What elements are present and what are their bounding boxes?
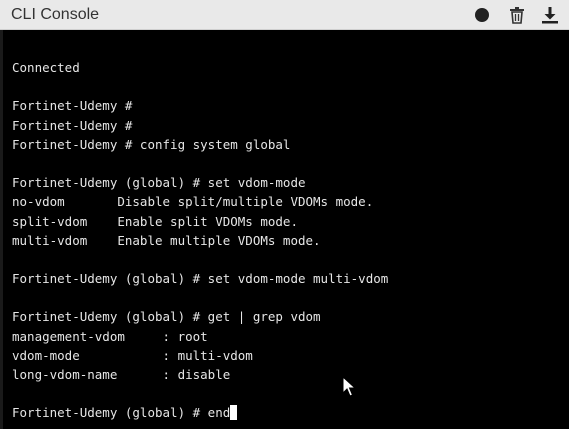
download-icon[interactable]	[540, 5, 560, 25]
title-bar: CLI Console	[0, 0, 569, 30]
terminal-line: no-vdom Disable split/multiple VDOMs mod…	[12, 194, 374, 210]
mouse-pointer-icon	[342, 375, 357, 403]
terminal-input-line[interactable]: Fortinet-Udemy (global) # end	[12, 403, 569, 422]
text-cursor	[230, 405, 238, 421]
terminal-prompt: Fortinet-Udemy (global) # end	[12, 405, 231, 421]
terminal-line: Fortinet-Udemy #	[12, 117, 133, 133]
terminal-line: Connected	[12, 60, 80, 75]
terminal-line: Fortinet-Udemy #	[12, 98, 133, 114]
terminal-line: management-vdom : root	[12, 328, 208, 344]
terminal-line: long-vdom-name : disable	[12, 367, 231, 382]
window-title: CLI Console	[11, 6, 100, 23]
terminal-line: vdom-mode : multi-vdom	[12, 347, 253, 363]
terminal-line: Fortinet-Udemy (global) # get | grep vdo…	[12, 309, 321, 325]
terminal-line: Fortinet-Udemy # config system global	[12, 136, 291, 152]
cli-console-window: CLI Console Connected Fortinet-Udemy # F…	[0, 0, 569, 429]
record-icon[interactable]	[472, 5, 492, 25]
trash-icon[interactable]	[507, 5, 527, 25]
terminal-output[interactable]: Connected Fortinet-Udemy # Fortinet-Udem…	[0, 30, 569, 429]
terminal-line: Fortinet-Udemy (global) # set vdom-mode …	[12, 271, 389, 287]
terminal-line: Fortinet-Udemy (global) # set vdom-mode	[12, 175, 306, 191]
terminal-line: multi-vdom Enable multiple VDOMs mode.	[12, 232, 321, 248]
terminal-line: split-vdom Enable split VDOMs mode.	[12, 213, 298, 229]
